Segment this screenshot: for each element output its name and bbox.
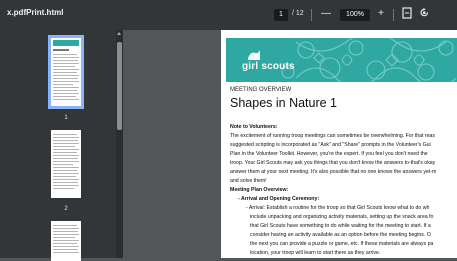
thumbnail-label: 2 [64,206,68,212]
note-heading: Note to Volunteers: [230,124,278,130]
pdf-page: girl scouts MEETING OVERVIEW Shapes in N… [221,30,457,258]
thumbnail-page-1[interactable] [48,35,84,109]
document-title: x.pdfPrint.html [7,8,64,17]
thumbnail-page-2[interactable] [51,130,81,198]
plan-heading: Meeting Plan Overview: [230,187,289,193]
arrival-line: - Arrival: Establish a routine for the t… [246,205,430,211]
page-title: Shapes in Nature 1 [230,96,338,110]
header-banner: girl scouts [226,38,457,82]
pdf-toolbar: x.pdfPrint.html 1 / 12 — 100% + [0,0,457,30]
zoom-out-icon[interactable]: — [319,7,333,21]
brand-logo-text: girl scouts [242,61,295,72]
page-total: / 12 [292,10,304,17]
paragraph-line: troop. Your Girl Scouts may ask you thin… [230,160,436,166]
arrival-line: the next you can provide a puzzle or gam… [250,241,434,247]
toolbar-divider [393,9,394,21]
thumbnail-sidebar: 1 2 [0,30,116,261]
paragraph-line: answer them at your next meeting. It's a… [230,169,437,175]
ceremony-heading: - Arrival and Opening Ceremony: [238,196,320,202]
girl-scouts-logo-icon [248,50,260,60]
arrival-line: location, your troop will learn to start… [250,250,381,256]
paragraph-line: Plan in the Volunteer Toolkit. However, … [230,151,428,157]
sidebar-scrollbar[interactable] [116,30,123,258]
rotate-icon[interactable] [417,7,431,21]
thumbnail-label: 1 [64,115,68,121]
meeting-overview-label: MEETING OVERVIEW [230,87,292,93]
arrival-line: that Girl Scouts have something to do wh… [250,223,431,229]
paragraph-line: and solve them! [230,178,267,184]
scrollbar-thumb[interactable] [117,42,122,130]
scroll-up-arrow-icon[interactable] [117,32,121,35]
arrival-line: include unpacking and organizing activit… [250,214,434,220]
paragraph-line: suggested scripting is incorporated as "… [230,142,431,148]
zoom-level-input[interactable]: 100% [340,9,370,21]
thumbnail-banner [53,40,79,46]
fit-page-icon[interactable] [400,7,414,21]
arrival-line: consider having an activity available as… [250,232,431,238]
thumbnail-page-3[interactable] [51,221,81,261]
toolbar-divider [311,9,312,21]
zoom-in-icon[interactable]: + [374,7,388,21]
page-number-input[interactable]: 1 [274,9,288,21]
paragraph-line: The excitement of running troop meetings… [230,133,436,139]
